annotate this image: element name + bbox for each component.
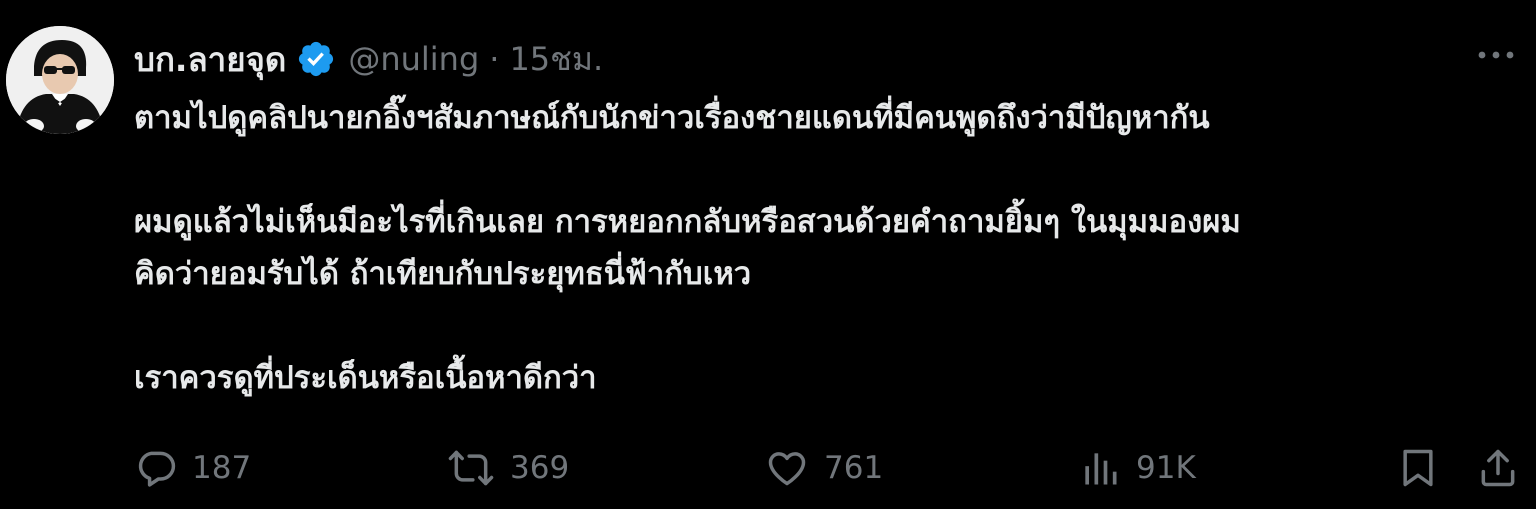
repost-count: 369 bbox=[510, 450, 570, 486]
tweet-action-bar: 187 369 761 91K bbox=[134, 438, 1534, 498]
speech-bubble-icon bbox=[134, 446, 178, 490]
views-button[interactable]: 91K bbox=[1078, 438, 1196, 498]
tweet-paragraph: เราควรดูที่ประเด็นหรือเนื้อหาดีกว่า bbox=[134, 360, 597, 396]
like-count: 761 bbox=[824, 450, 884, 486]
avatar[interactable] bbox=[6, 26, 114, 134]
repost-arrows-icon bbox=[446, 446, 496, 490]
tweet-paragraph: ตามไปดูคลิปนายกอิ๊งฯสัมภาษณ์กับนักข่าวเร… bbox=[134, 100, 1210, 136]
author-handle[interactable]: @nuling bbox=[348, 40, 479, 78]
tweet-card[interactable]: บก.ลายจุด @nuling · 15ชม. ตามไปดูคลิปนาย… bbox=[0, 0, 1536, 509]
share-button[interactable] bbox=[1476, 438, 1520, 498]
repost-button[interactable]: 369 bbox=[446, 438, 569, 498]
more-horizontal-icon[interactable] bbox=[1474, 40, 1518, 70]
author-display-name[interactable]: บก.ลายจุด bbox=[134, 33, 286, 86]
tweet-paragraph: ผมดูแล้วไม่เห็นมีอะไรที่เกินเลย การหยอกก… bbox=[134, 204, 1241, 240]
views-count: 91K bbox=[1136, 450, 1196, 486]
reply-button[interactable]: 187 bbox=[134, 438, 251, 498]
heart-icon bbox=[764, 446, 810, 490]
tweet-paragraph: คิดว่ายอมรับได้ ถ้าเทียบกับประยุทธนี่ฟ้า… bbox=[134, 256, 752, 292]
bookmark-icon bbox=[1396, 446, 1440, 490]
share-upload-icon bbox=[1476, 446, 1520, 490]
header-separator: · bbox=[489, 40, 500, 78]
bar-chart-icon bbox=[1078, 446, 1122, 490]
like-button[interactable]: 761 bbox=[764, 438, 883, 498]
tweet-body: ตามไปดูคลิปนายกอิ๊งฯสัมภาษณ์กับนักข่าวเร… bbox=[134, 92, 1514, 404]
tweet-header: บก.ลายจุด @nuling · 15ชม. bbox=[134, 34, 603, 84]
reply-count: 187 bbox=[192, 450, 252, 486]
bookmark-button[interactable] bbox=[1396, 438, 1440, 498]
tweet-timestamp[interactable]: 15ชม. bbox=[509, 34, 603, 85]
verified-badge-icon[interactable] bbox=[296, 39, 336, 79]
